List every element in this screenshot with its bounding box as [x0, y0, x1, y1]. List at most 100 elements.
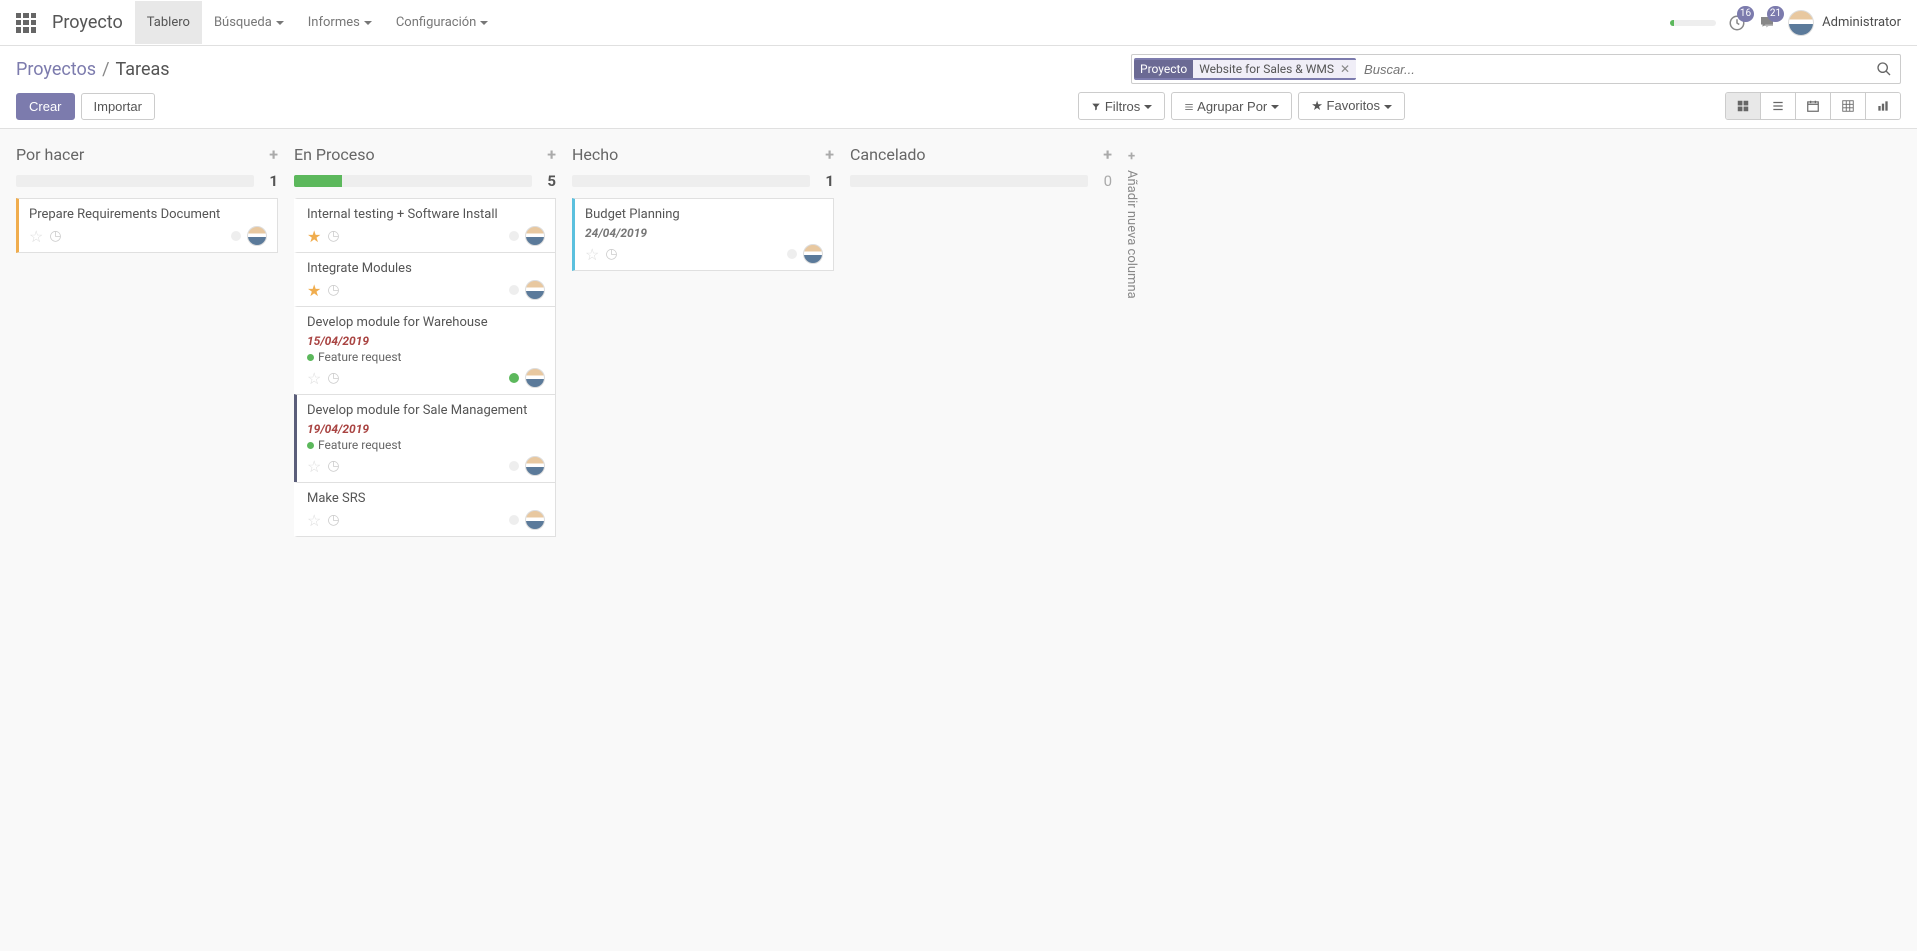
- clock-icon[interactable]: ◷: [327, 282, 339, 298]
- control-panel: Proyectos/Tareas Proyecto Website for Sa…: [0, 46, 1917, 129]
- progress-bar[interactable]: [572, 175, 810, 187]
- activities-icon[interactable]: 16: [1728, 14, 1746, 32]
- state-dot[interactable]: [231, 231, 241, 241]
- nav-tablero[interactable]: Tablero: [135, 1, 202, 44]
- kanban-card[interactable]: Develop module for Sale Management 19/04…: [294, 394, 556, 483]
- user-menu[interactable]: Administrator: [1788, 10, 1901, 36]
- column-count: 0: [1098, 172, 1112, 190]
- state-dot[interactable]: [787, 249, 797, 259]
- search-input[interactable]: [1358, 58, 1868, 81]
- tag-dot-icon: [307, 354, 314, 361]
- clock-icon[interactable]: ◷: [327, 228, 339, 244]
- column-progress: 0: [842, 172, 1120, 198]
- clock-icon[interactable]: ◷: [327, 458, 339, 474]
- state-dot[interactable]: [509, 373, 519, 383]
- progress-bar[interactable]: [850, 175, 1088, 187]
- nav-busqueda[interactable]: Búsqueda: [202, 1, 296, 44]
- view-graph[interactable]: [1866, 93, 1900, 119]
- groupby-button[interactable]: Agrupar Por: [1171, 92, 1292, 120]
- nav-config-label: Configuración: [396, 15, 477, 30]
- star-icon[interactable]: ☆: [307, 369, 321, 388]
- add-column-button[interactable]: + Añadir nueva columna: [1120, 141, 1143, 307]
- assignee-avatar[interactable]: [525, 226, 545, 246]
- app-name: Proyecto: [52, 12, 123, 33]
- import-button[interactable]: Importar: [81, 93, 155, 120]
- breadcrumb-root[interactable]: Proyectos: [16, 59, 96, 80]
- kanban-card[interactable]: Develop module for Warehouse 15/04/2019 …: [294, 306, 556, 395]
- view-kanban[interactable]: [1726, 93, 1761, 119]
- progress-bar[interactable]: [16, 175, 254, 187]
- view-list[interactable]: [1761, 93, 1796, 119]
- card-title: Internal testing + Software Install: [307, 207, 545, 222]
- assignee-avatar[interactable]: [525, 280, 545, 300]
- card-date: 19/04/2019: [307, 422, 545, 436]
- nav-config[interactable]: Configuración: [384, 1, 501, 44]
- create-button[interactable]: Crear: [16, 93, 75, 120]
- filters-label: Filtros: [1105, 99, 1140, 114]
- state-dot[interactable]: [509, 231, 519, 241]
- kanban-card[interactable]: Budget Planning 24/04/2019 ☆ ◷: [572, 198, 834, 271]
- progress-bar[interactable]: [294, 175, 532, 187]
- clock-icon[interactable]: ◷: [327, 370, 339, 386]
- kanban-column: Cancelado + 0: [842, 141, 1120, 198]
- navbar: Proyecto Tablero Búsqueda Informes Confi…: [0, 0, 1917, 46]
- search-icon[interactable]: [1868, 61, 1900, 77]
- column-add-icon[interactable]: +: [547, 145, 556, 164]
- filters-button[interactable]: Filtros: [1078, 92, 1165, 120]
- searchbox[interactable]: Proyecto Website for Sales & WMS ✕: [1131, 54, 1901, 84]
- star-icon[interactable]: ★: [307, 281, 321, 300]
- assignee-avatar[interactable]: [525, 510, 545, 530]
- view-calendar[interactable]: [1796, 93, 1831, 119]
- state-dot[interactable]: [509, 461, 519, 471]
- column-header[interactable]: Hecho +: [564, 141, 842, 172]
- column-add-icon[interactable]: +: [825, 145, 834, 164]
- state-dot[interactable]: [509, 515, 519, 525]
- assignee-avatar[interactable]: [525, 456, 545, 476]
- column-count: 1: [820, 172, 834, 190]
- nav-informes[interactable]: Informes: [296, 1, 384, 44]
- breadcrumb-sep: /: [102, 59, 109, 80]
- card-date: 15/04/2019: [307, 334, 545, 348]
- facet-remove-icon[interactable]: ✕: [1340, 62, 1350, 76]
- kanban-card[interactable]: Prepare Requirements Document ☆ ◷: [16, 198, 278, 253]
- kanban-column: En Proceso + 5 Internal testing + Softwa…: [286, 141, 564, 536]
- star-icon[interactable]: ☆: [307, 457, 321, 476]
- activities-badge: 16: [1737, 6, 1754, 22]
- cp-top: Proyectos/Tareas Proyecto Website for Sa…: [16, 54, 1901, 84]
- card-footer: ☆ ◷: [29, 226, 267, 246]
- clock-icon[interactable]: ◷: [49, 228, 61, 244]
- column-header[interactable]: Cancelado +: [842, 141, 1120, 172]
- column-header[interactable]: En Proceso +: [286, 141, 564, 172]
- star-icon[interactable]: ★: [307, 227, 321, 246]
- favorites-button[interactable]: ★ Favoritos: [1298, 92, 1405, 120]
- add-column-label: Añadir nueva columna: [1124, 170, 1139, 299]
- assignee-avatar[interactable]: [247, 226, 267, 246]
- cp-buttons: Crear Importar: [16, 93, 1078, 120]
- star-icon[interactable]: ☆: [29, 227, 43, 246]
- cp-bottom: Crear Importar Filtros Agrupar Por ★ Fav…: [16, 92, 1901, 120]
- column-header[interactable]: Por hacer +: [8, 141, 286, 172]
- star-icon[interactable]: ☆: [585, 245, 599, 264]
- apps-icon[interactable]: [16, 13, 36, 33]
- plus-icon: +: [1128, 149, 1135, 164]
- card-title: Develop module for Sale Management: [307, 403, 545, 418]
- star-icon[interactable]: ☆: [307, 511, 321, 530]
- card-title: Budget Planning: [585, 207, 823, 222]
- kanban-card[interactable]: Internal testing + Software Install ★ ◷: [294, 198, 556, 253]
- state-dot[interactable]: [509, 285, 519, 295]
- trial-progress[interactable]: [1670, 20, 1716, 26]
- tag-label: Feature request: [318, 438, 401, 452]
- card-footer: ★ ◷: [307, 226, 545, 246]
- clock-icon[interactable]: ◷: [327, 512, 339, 528]
- assignee-avatar[interactable]: [803, 244, 823, 264]
- kanban-card[interactable]: Make SRS ☆ ◷: [294, 482, 556, 537]
- kanban-card[interactable]: Integrate Modules ★ ◷: [294, 252, 556, 307]
- view-pivot[interactable]: [1831, 93, 1866, 119]
- messages-icon[interactable]: 21: [1758, 14, 1776, 32]
- assignee-avatar[interactable]: [525, 368, 545, 388]
- clock-icon[interactable]: ◷: [605, 246, 617, 262]
- card-title: Integrate Modules: [307, 261, 545, 276]
- breadcrumb: Proyectos/Tareas: [16, 59, 1131, 80]
- column-add-icon[interactable]: +: [1103, 145, 1112, 164]
- column-add-icon[interactable]: +: [269, 145, 278, 164]
